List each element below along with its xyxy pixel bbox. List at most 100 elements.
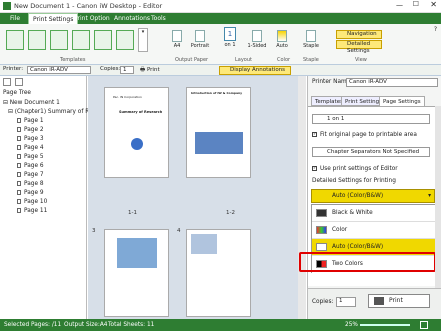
tree-page-label: Page 1 [24,118,44,124]
print-quick-button[interactable]: 🖶 Print [140,66,160,75]
panel-scrollbar[interactable] [435,106,441,288]
tree-page-item[interactable]: Page 6 [3,162,87,171]
chapter-separators-value: Chapter Separators Not Specified [327,149,420,155]
page-tree: ⊟ New Document 1 ⊟ (Chapter1) Summary of… [3,99,95,216]
page-thumb-1[interactable]: Pac. IN Corporation Summary of Research [104,87,169,178]
tree-page-item[interactable]: Page 5 [3,153,87,162]
fit-original-label: Fit original page to printable area [320,132,417,138]
tree-page-item[interactable]: Page 1 [3,117,87,126]
title-bar: New Document 1 - Canon iW Desktop - Edit… [0,0,441,13]
fit-original-checkbox[interactable]: ✓ Fit original page to printable area [312,132,417,138]
color-mode-select[interactable]: Auto (Color/B&W) ▾ [311,189,435,203]
ribbon-tab-bar: File Print Settings Print Option Annotat… [0,13,441,24]
page-label: 3 [92,228,96,234]
template-thumb[interactable] [72,30,90,50]
logo-icon [131,138,143,150]
page-icon [17,145,21,150]
tree-page-item[interactable]: Page 2 [3,126,87,135]
group-label-color: Color [277,57,291,63]
tree-page-label: Page 6 [24,163,44,169]
display-annotations-label: Display Annotations [230,67,286,73]
fit-view-icon[interactable] [420,321,428,329]
template-thumb[interactable] [6,30,24,50]
window-title: New Document 1 - Canon iW Desktop - Edit… [14,2,163,10]
color-swatch-icon [316,226,327,234]
photo-image [191,234,217,254]
copies-footer-input[interactable]: 1 [336,297,356,307]
tab-print-option[interactable]: Print Option [70,13,114,24]
page-thumb-4[interactable] [186,229,251,317]
tree-root[interactable]: ⊟ New Document 1 [3,99,87,108]
page-thumb-2[interactable]: Introduction of iW & Company [186,87,251,178]
printer-icon [374,297,384,305]
gallery-scroll[interactable]: ▾ [138,28,148,52]
help-icon[interactable]: ? [434,26,437,33]
pages-per-sheet-button[interactable]: 1 on 1 [222,27,238,48]
tree-page-item[interactable]: Page 11 [3,207,87,216]
template-thumb[interactable] [116,30,134,50]
print-toolbar: Printer: Canon iR-ADV Copies: 1 🖶 Print … [0,65,441,76]
pages-per-sheet-label: on 1 [224,42,236,48]
minimize-icon[interactable]: — [396,1,403,9]
paper-size-button[interactable]: A4 [169,30,185,49]
zoom-slider[interactable] [360,324,410,326]
photo-image [195,132,243,154]
printer-select[interactable]: Canon iR-ADV [27,66,91,74]
option-black-white[interactable]: Black & White [312,205,436,222]
staple-button[interactable]: Staple [302,30,320,49]
option-label: Black & White [332,210,373,216]
navigation-button[interactable]: Navigation [336,30,382,39]
page-icon [17,181,21,186]
tree-page-item[interactable]: Page 7 [3,171,87,180]
template-thumb[interactable] [94,30,112,50]
tree-page-label: Page 7 [24,172,44,178]
color-icon [277,30,287,42]
printer-name-select[interactable]: Canon iR-ADV [346,78,438,87]
tree-page-item[interactable]: Page 9 [3,189,87,198]
group-label-templates: Templates [60,57,86,63]
template-thumb[interactable] [28,30,46,50]
color-mode-button[interactable]: Auto [274,30,290,49]
tree-tool-icon[interactable] [15,78,23,86]
vertical-scrollbar[interactable] [298,76,306,319]
page-thumb-3[interactable] [104,229,169,317]
tab-file[interactable]: File [6,13,24,24]
option-label: Color [332,227,348,233]
template-thumb[interactable] [50,30,68,50]
tab-tools[interactable]: Tools [147,13,170,24]
tree-tool-icon[interactable] [3,78,11,86]
print-button[interactable]: Print [368,294,430,308]
templates-gallery[interactable]: ▾ [6,28,156,54]
tab-page-settings[interactable]: Page Settings [379,96,425,106]
tree-pages: Page 1 Page 2 Page 3 Page 4 Page 5 Page 6 Page… [3,117,87,216]
bw-icon [316,209,327,217]
tree-page-item[interactable]: Page 4 [3,144,87,153]
tree-page-item[interactable]: Page 3 [3,135,87,144]
orientation-label: Portrait [190,43,210,49]
copies-label: Copies: [100,66,121,72]
close-icon[interactable]: ✕ [430,0,437,9]
page-icon [17,190,21,195]
group-label-output-paper: Output Paper [175,57,209,63]
option-color[interactable]: Color [312,222,436,239]
chapter-separators-select[interactable]: Chapter Separators Not Specified [312,147,430,157]
tree-page-label: Page 5 [24,154,44,160]
maximize-icon[interactable]: ☐ [413,0,419,8]
detailed-settings-button[interactable]: Detailed Settings [336,40,382,54]
copies-input[interactable]: 1 [120,66,134,74]
tree-page-item[interactable]: Page 8 [3,180,87,189]
use-print-settings-checkbox[interactable]: ✓ Use print settings of Editor [312,166,398,172]
printer-label: Printer: [3,66,24,72]
auto-icon [316,243,327,251]
sided-button[interactable]: 1-Sided [247,30,267,49]
layout-select[interactable]: 1 on 1 [312,114,430,124]
printer-name-value: Canon iR-ADV [349,79,387,85]
status-bar: Selected Pages: /11 Output Size:A4 Total… [0,319,441,331]
tree-chapter[interactable]: ⊟ (Chapter1) Summary of R... [3,108,95,117]
orientation-button[interactable]: Portrait [189,30,211,49]
tree-page-label: Page 8 [24,181,44,187]
page-label: 1-2 [226,210,235,216]
tree-page-item[interactable]: Page 10 [3,198,87,207]
copies-footer-value: 1 [339,298,343,304]
display-annotations-button[interactable]: Display Annotations [219,66,291,75]
